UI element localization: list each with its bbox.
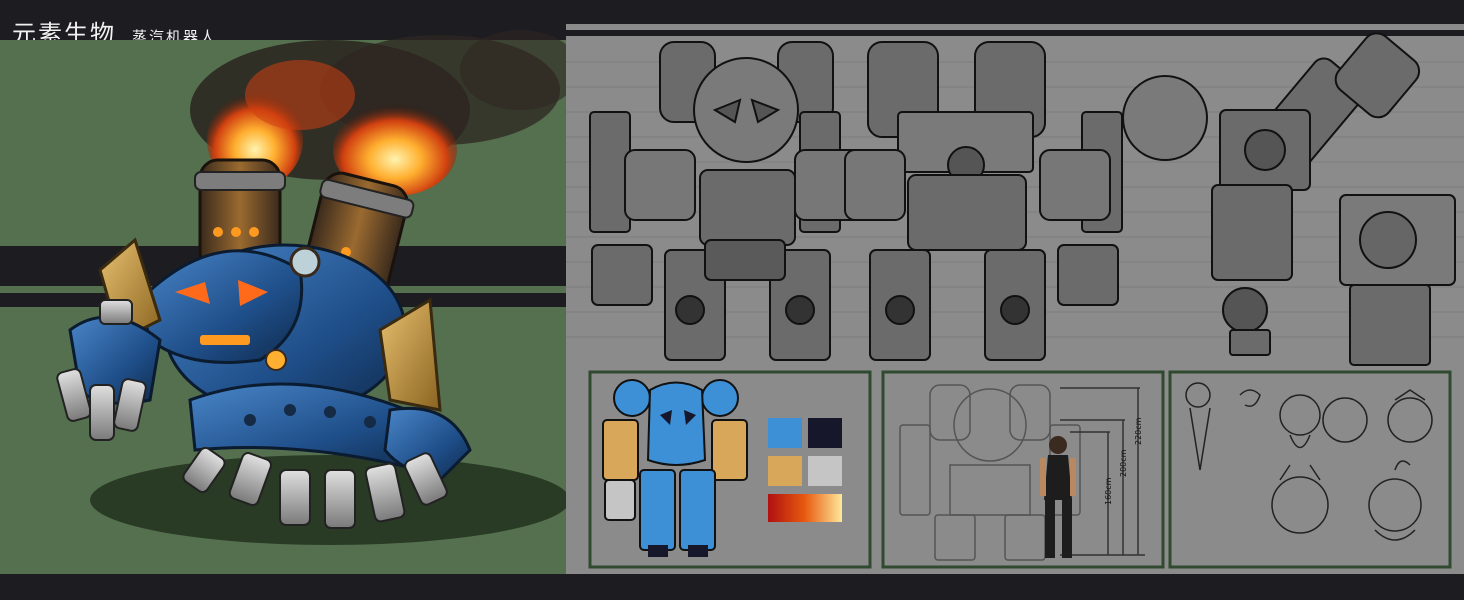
painting-background <box>0 40 566 574</box>
palette-swatch <box>768 418 802 448</box>
sketch-frame <box>1168 370 1452 569</box>
painting-band-thin <box>0 293 566 307</box>
guide-lines <box>566 61 1464 338</box>
scale-robot-sketch <box>899 384 1081 561</box>
page-title: 元素生物_ 蒸汽机器人 <box>12 14 217 49</box>
title-main: 元素生物 <box>12 20 116 48</box>
front-view <box>589 41 866 361</box>
exhaust-fire <box>190 30 580 196</box>
title-separator: _ <box>116 20 128 48</box>
human-figure <box>1040 436 1076 558</box>
title-subtitle: 蒸汽机器人 <box>132 28 218 46</box>
scale-frame: 220cm 200cm 160cm <box>881 370 1165 569</box>
height-label-mid: 200cm <box>1119 449 1128 477</box>
painting-band-dark <box>0 246 566 286</box>
palette-robot <box>602 379 748 557</box>
robot-fingers <box>56 299 448 529</box>
palette-swatch <box>808 418 842 448</box>
palette-swatch <box>808 456 842 486</box>
palette-swatches <box>768 418 842 486</box>
painting-panel <box>0 30 580 574</box>
sheet-background <box>566 36 1464 574</box>
height-label-robot: 220cm <box>1134 417 1143 445</box>
back-view <box>844 41 1123 361</box>
palette-gradient-swatch <box>768 494 842 522</box>
pressure-gauge <box>289 246 321 278</box>
ground-shadow <box>90 455 570 545</box>
robot-body <box>138 243 432 472</box>
palette-swatch <box>768 456 802 486</box>
robot-skirt <box>188 382 432 472</box>
height-label-human: 160cm <box>1104 477 1113 505</box>
robot-arms <box>68 237 472 482</box>
palette-frame <box>588 370 872 569</box>
design-sheet: 220cm 200cm 160cm <box>566 24 1464 574</box>
side-view <box>1122 32 1456 366</box>
sheet-top-rule <box>566 24 1464 30</box>
sketch-thumbnails <box>1185 382 1433 541</box>
concept-sheet: 220cm 200cm 160cm <box>0 24 1464 574</box>
robot-head <box>138 249 304 364</box>
exhaust-pipes <box>194 158 415 305</box>
scale-height-lines <box>1060 387 1145 556</box>
